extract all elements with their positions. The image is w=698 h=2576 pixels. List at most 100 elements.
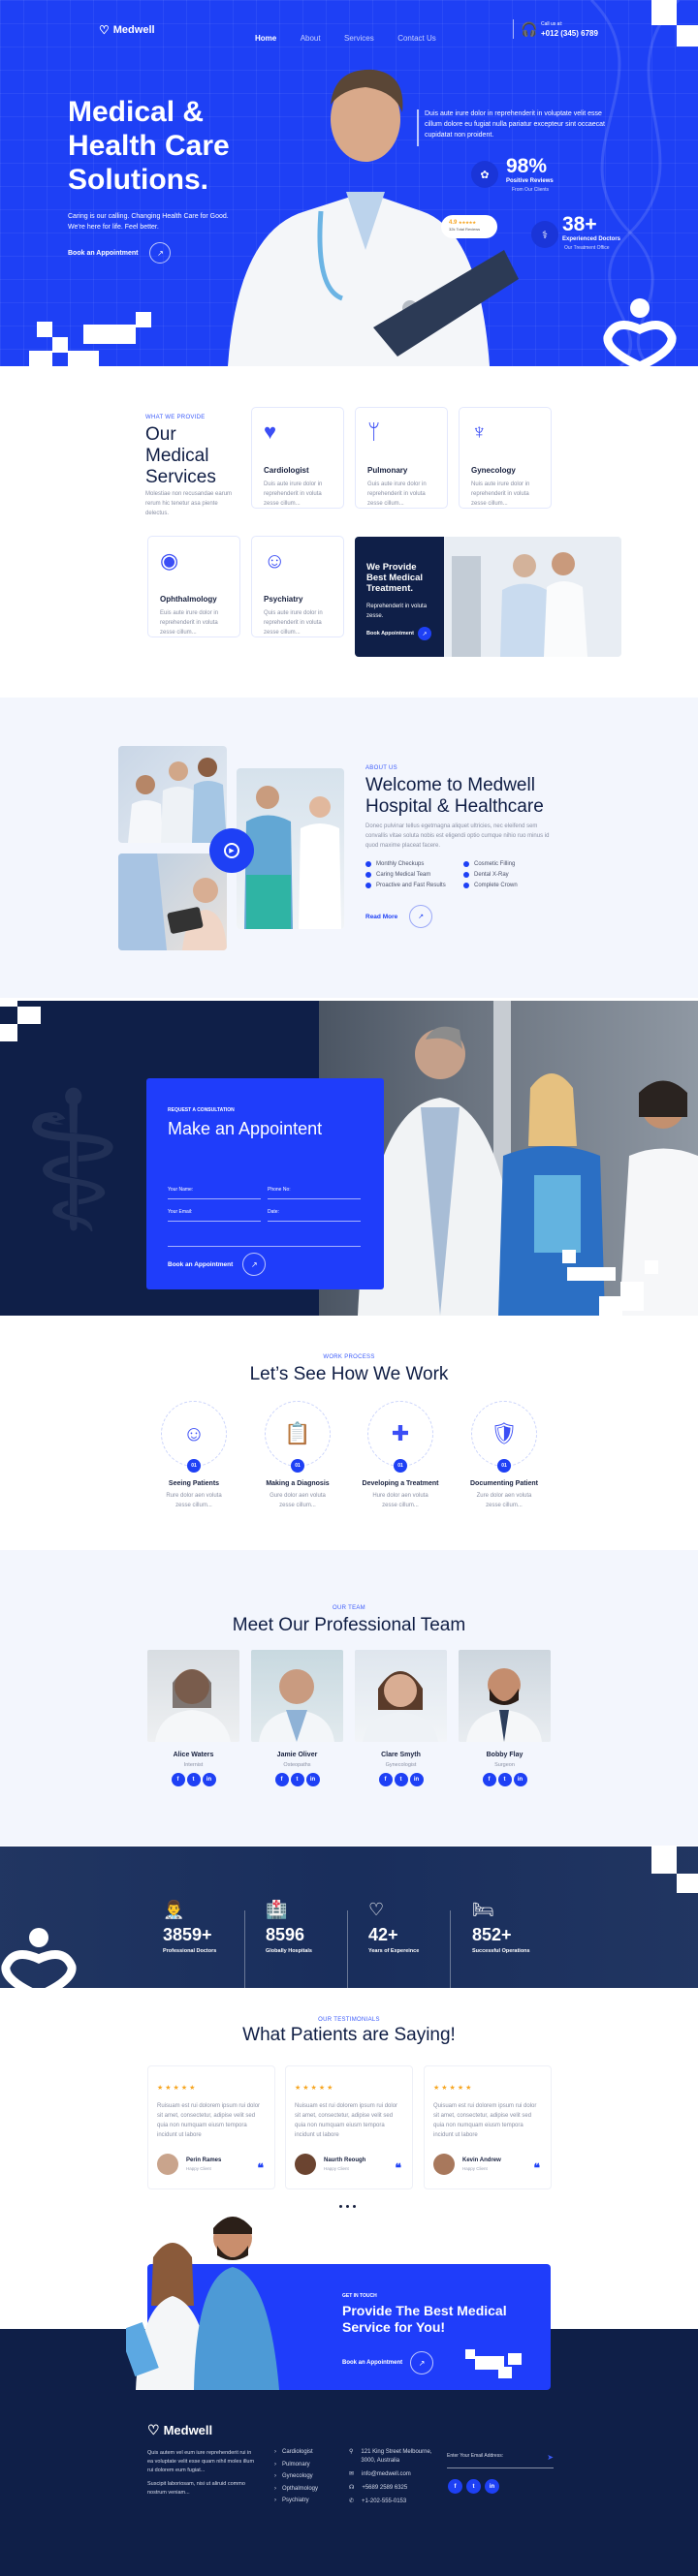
linkedin-icon[interactable]: in <box>202 1773 216 1786</box>
footer-phone[interactable]: ✆ +1-202-555-0153 <box>349 2498 441 2506</box>
nav-contact[interactable]: Contact Us <box>397 34 436 43</box>
avatar <box>295 2154 316 2175</box>
twitter-icon[interactable]: t <box>466 2479 481 2494</box>
message-field[interactable] <box>168 1233 361 1247</box>
pixel-decoration <box>677 25 698 47</box>
heart-person-logo-icon <box>603 298 677 366</box>
linkedin-icon[interactable]: in <box>485 2479 499 2494</box>
appointment-book-button[interactable]: Book an Appointment ↗ <box>168 1253 267 1276</box>
nav-about[interactable]: About <box>301 34 321 43</box>
testimonial-card: ★★★★★ Quisuam est rui dolorem ipsum rui … <box>424 2065 552 2189</box>
counter-divider <box>450 1910 451 1988</box>
process-eyebrow: Work Process <box>323 1354 375 1360</box>
counter-value: 3859+ <box>163 1925 212 1944</box>
check-circle-icon <box>463 882 469 888</box>
footer-address: ⚲ 121 King Street Melbourne, 3000, Austra… <box>349 2448 441 2466</box>
footer-email[interactable]: ✉ info@medwell.com <box>349 2470 441 2479</box>
service-title: Ophthalmology <box>160 595 217 604</box>
service-card-pulmonary[interactable]: ᛘ Pulmonary Guis aute irure dolor in rep… <box>355 407 448 509</box>
client-name: Perin Rames <box>186 2157 222 2163</box>
address-text: 121 King Street Melbourne, 3000, Austral… <box>361 2449 432 2464</box>
footer-link[interactable]: › Opthalmology <box>274 2486 318 2498</box>
counter-hospitals: 🏥 8596 Globally Hospitals <box>266 1900 312 1954</box>
team-member-card[interactable]: Bobby Flay Surgeon f t in <box>459 1650 551 1786</box>
twitter-icon[interactable]: t <box>290 1773 304 1786</box>
twitter-icon[interactable]: t <box>186 1773 201 1786</box>
service-card-psychiatry[interactable]: ☺ Psychiatry Quis aute irure dolor in re… <box>251 536 344 637</box>
facebook-icon[interactable]: f <box>171 1773 185 1786</box>
check-circle-icon <box>365 860 371 867</box>
footer-logo[interactable]: ♡ Medwell <box>147 2422 212 2438</box>
footer-contact: ⚲ 121 King Street Melbourne, 3000, Austra… <box>349 2448 441 2511</box>
process-ring: ✚ 01 <box>367 1401 433 1473</box>
client-role: Happy Client <box>462 2166 488 2171</box>
service-card-ophthalmology[interactable]: ◉ Ophthalmology Euis aute irure dolor in… <box>147 536 240 637</box>
checklist-text: Monthly Checkups <box>376 860 425 867</box>
promo-book-button[interactable]: Book Appointment ↗ <box>366 627 432 640</box>
nav-home[interactable]: Home <box>255 34 276 43</box>
footer-about-text: Quis autem vel eum iure reprehenderit ru… <box>147 2450 255 2473</box>
pixel-decoration <box>677 1874 698 1893</box>
footer-links: › Cardiologist › Pulmonary › Gynecology › Op… <box>274 2449 318 2510</box>
counter-label: Globally Hospitals <box>266 1948 312 1954</box>
checklist-item: Proactive and Fast Results <box>365 880 446 890</box>
facebook-icon[interactable]: f <box>378 1773 393 1786</box>
carousel-dot[interactable] <box>339 2205 342 2208</box>
facebook-icon[interactable]: f <box>274 1773 289 1786</box>
newsletter-input[interactable]: Enter Your Email Address: ➤ <box>447 2453 554 2468</box>
cta-book-button[interactable]: Book an Appointment ↗ <box>342 2351 434 2374</box>
about-title-line: Welcome to Medwell <box>365 775 535 795</box>
heart-person-logo-icon <box>1 1928 77 1988</box>
service-card-gynecology[interactable]: ♆ Gynecology Nuis aute irure dolor in re… <box>459 407 552 509</box>
promo-card: We Provide Best Medical Treatment. Repre… <box>355 537 621 657</box>
pixel-decoration <box>37 322 52 337</box>
email-field[interactable]: Your Email: <box>168 1209 261 1222</box>
services-title-line: Medical <box>145 446 209 466</box>
check-circle-icon <box>365 871 371 878</box>
footer-link[interactable]: › Cardiologist <box>274 2449 318 2462</box>
description-bar <box>417 109 419 146</box>
pixel-decoration <box>567 1267 616 1281</box>
date-field[interactable]: Date: <box>268 1209 361 1222</box>
hero-doctor-image <box>228 69 519 366</box>
carousel-dot[interactable] <box>353 2205 356 2208</box>
member-name: Jamie Oliver <box>276 1752 318 1758</box>
stat-sub: From Our Clients <box>512 187 550 193</box>
team-member-card[interactable]: Alice Waters Internist f t in <box>147 1650 239 1786</box>
call-info[interactable]: Call us at: +012 (345) 6789 <box>541 21 598 38</box>
linkedin-icon[interactable]: in <box>409 1773 424 1786</box>
newsletter-placeholder: Enter Your Email Address: <box>447 2453 504 2459</box>
service-card-cardiologist[interactable]: ♥ Cardiologist Duis aute irure dolor in … <box>251 407 344 509</box>
about-section: ▶ About Us Welcome to Medwell Hospital &… <box>0 698 698 998</box>
read-more-button[interactable]: Read More ↗ <box>365 905 433 928</box>
nav-services[interactable]: Services <box>344 34 374 43</box>
footer-link[interactable]: › Gynecology <box>274 2473 318 2486</box>
carousel-dot[interactable] <box>346 2205 349 2208</box>
step-text: Rure dolor aen voluta zesse cillum... <box>166 1493 222 1508</box>
footer-link[interactable]: › Psychiatry <box>274 2498 318 2510</box>
phone-field[interactable]: Phone No: <box>268 1187 361 1199</box>
hero-book-button[interactable]: Book an Appointment ↗ <box>68 242 172 264</box>
pixel-decoration <box>645 1260 658 1274</box>
name-field[interactable]: Your Name: <box>168 1187 261 1199</box>
stat-label: Experienced Doctors <box>562 236 621 242</box>
linkedin-icon[interactable]: in <box>513 1773 527 1786</box>
team-member-card[interactable]: Jamie Oliver Osteopaths f t in <box>251 1650 343 1786</box>
linkedin-icon[interactable]: in <box>305 1773 320 1786</box>
hero-title-line: Health Care <box>68 130 230 162</box>
team-member-card[interactable]: Clare Smyth Gynecologist f t in <box>355 1650 447 1786</box>
send-icon[interactable]: ➤ <box>547 2453 554 2462</box>
footer-phone[interactable]: ☊ +5689 2589 6325 <box>349 2484 441 2493</box>
footer-about-text: Suscipit laboriosam, nisi ut aliruid com… <box>147 2481 245 2496</box>
pixel-decoration <box>29 351 52 366</box>
twitter-icon[interactable]: t <box>394 1773 408 1786</box>
facebook-icon[interactable]: f <box>448 2479 462 2494</box>
chevron-right-icon: › <box>274 2485 276 2492</box>
brand-logo[interactable]: ♡ Medwell <box>99 23 155 37</box>
facebook-icon[interactable]: f <box>482 1773 496 1786</box>
footer-link[interactable]: › Pulmonary <box>274 2462 318 2474</box>
twitter-icon[interactable]: t <box>497 1773 512 1786</box>
play-video-button[interactable]: ▶ <box>209 828 254 873</box>
member-photo <box>147 1650 239 1742</box>
cta-doctors-image <box>126 2217 279 2390</box>
